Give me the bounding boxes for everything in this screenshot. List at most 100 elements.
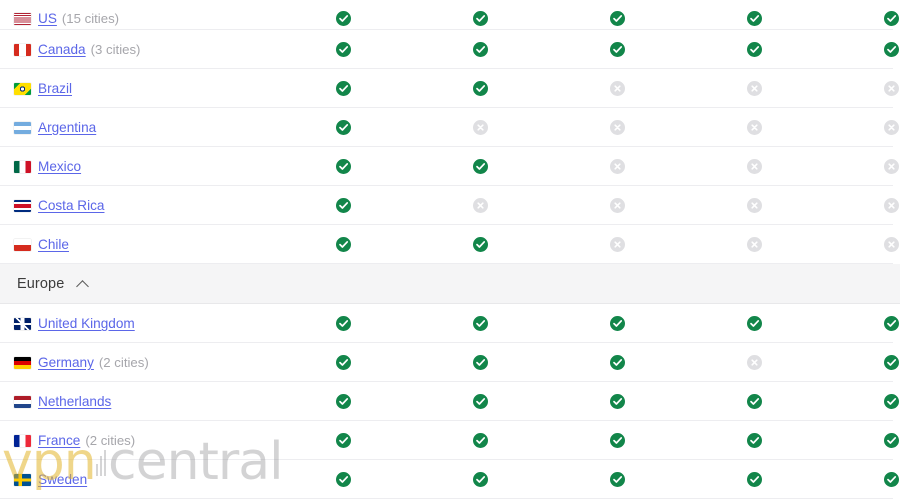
city-count-label: (2 cities) [98,355,149,370]
status-cell-3 [549,81,686,96]
check-circle-icon [747,316,762,331]
status-cell-1 [275,472,412,487]
check-circle-icon [473,394,488,409]
country-cell: Canada (3 cities) [0,42,275,57]
check-circle-icon [884,11,899,26]
status-cell-4 [686,472,823,487]
x-circle-icon [747,159,762,174]
chevron-up-icon[interactable] [76,277,90,291]
status-cell-2 [412,120,549,135]
region-label: Europe [17,276,65,292]
region-section-header[interactable]: Europe [0,264,900,304]
check-circle-icon [473,433,488,448]
country-cell: United Kingdom [0,316,275,331]
check-circle-icon [336,81,351,96]
table-row: Brazil [0,69,900,108]
country-link[interactable]: Canada [38,42,86,57]
x-circle-icon [884,198,899,213]
table-row: US (15 cities) [0,0,900,30]
country-link[interactable]: Chile [38,237,69,252]
country-link[interactable]: Germany [38,355,94,370]
table-row: United Kingdom [0,304,900,343]
check-circle-icon [884,433,899,448]
check-circle-icon [473,42,488,57]
check-circle-icon [336,433,351,448]
flag-argentina-icon [14,121,31,134]
status-cell-5 [823,472,900,487]
country-cell: Sweden [0,472,275,487]
country-cell: Mexico [0,159,275,174]
check-circle-icon [610,394,625,409]
check-circle-icon [336,472,351,487]
flag-chile-icon [14,238,31,251]
country-link[interactable]: Mexico [38,159,81,174]
country-link[interactable]: Netherlands [38,394,111,409]
check-circle-icon [473,11,488,26]
status-cell-3 [549,472,686,487]
status-cell-4 [686,159,823,174]
x-circle-icon [747,81,762,96]
table-row: Argentina [0,108,900,147]
status-cell-1 [275,11,412,26]
status-cell-1 [275,42,412,57]
check-circle-icon [610,316,625,331]
check-circle-icon [747,11,762,26]
x-circle-icon [747,237,762,252]
city-count-label: (15 cities) [61,11,120,26]
status-cell-1 [275,394,412,409]
check-circle-icon [884,42,899,57]
status-cell-2 [412,355,549,370]
flag-france-icon [14,434,31,447]
status-cell-5 [823,198,900,213]
check-circle-icon [747,42,762,57]
check-circle-icon [747,472,762,487]
x-circle-icon [747,120,762,135]
check-circle-icon [336,159,351,174]
check-circle-icon [610,472,625,487]
country-link[interactable]: France [38,433,80,448]
status-cell-3 [549,159,686,174]
check-circle-icon [336,355,351,370]
check-circle-icon [610,355,625,370]
check-circle-icon [336,11,351,26]
status-cell-3 [549,394,686,409]
x-circle-icon [747,355,762,370]
table-row: Netherlands [0,382,900,421]
status-cell-5 [823,11,900,26]
status-cell-2 [412,472,549,487]
status-cell-3 [549,42,686,57]
status-cell-5 [823,237,900,252]
status-cell-2 [412,81,549,96]
country-link[interactable]: Argentina [38,120,96,135]
x-circle-icon [610,237,625,252]
status-cell-2 [412,198,549,213]
status-cell-5 [823,159,900,174]
status-cell-2 [412,159,549,174]
check-circle-icon [336,394,351,409]
country-link[interactable]: Brazil [38,81,72,96]
status-cell-3 [549,237,686,252]
table-row: Costa Rica [0,186,900,225]
country-link[interactable]: Sweden [38,472,87,487]
x-circle-icon [610,159,625,174]
table-row: Sweden [0,460,900,499]
status-cell-4 [686,120,823,135]
status-cell-5 [823,394,900,409]
country-link[interactable]: US [38,11,57,26]
check-circle-icon [884,355,899,370]
check-circle-icon [884,472,899,487]
status-cell-3 [549,198,686,213]
status-cell-1 [275,433,412,448]
country-cell: Germany (2 cities) [0,355,275,370]
country-cell: Brazil [0,81,275,96]
check-circle-icon [473,237,488,252]
status-cell-4 [686,42,823,57]
status-cell-3 [549,355,686,370]
flag-brazil-icon [14,82,31,95]
country-link[interactable]: United Kingdom [38,316,135,331]
check-circle-icon [610,42,625,57]
country-link[interactable]: Costa Rica [38,198,104,213]
table-row: Mexico [0,147,900,186]
status-cell-5 [823,42,900,57]
table-row: Chile [0,225,900,264]
